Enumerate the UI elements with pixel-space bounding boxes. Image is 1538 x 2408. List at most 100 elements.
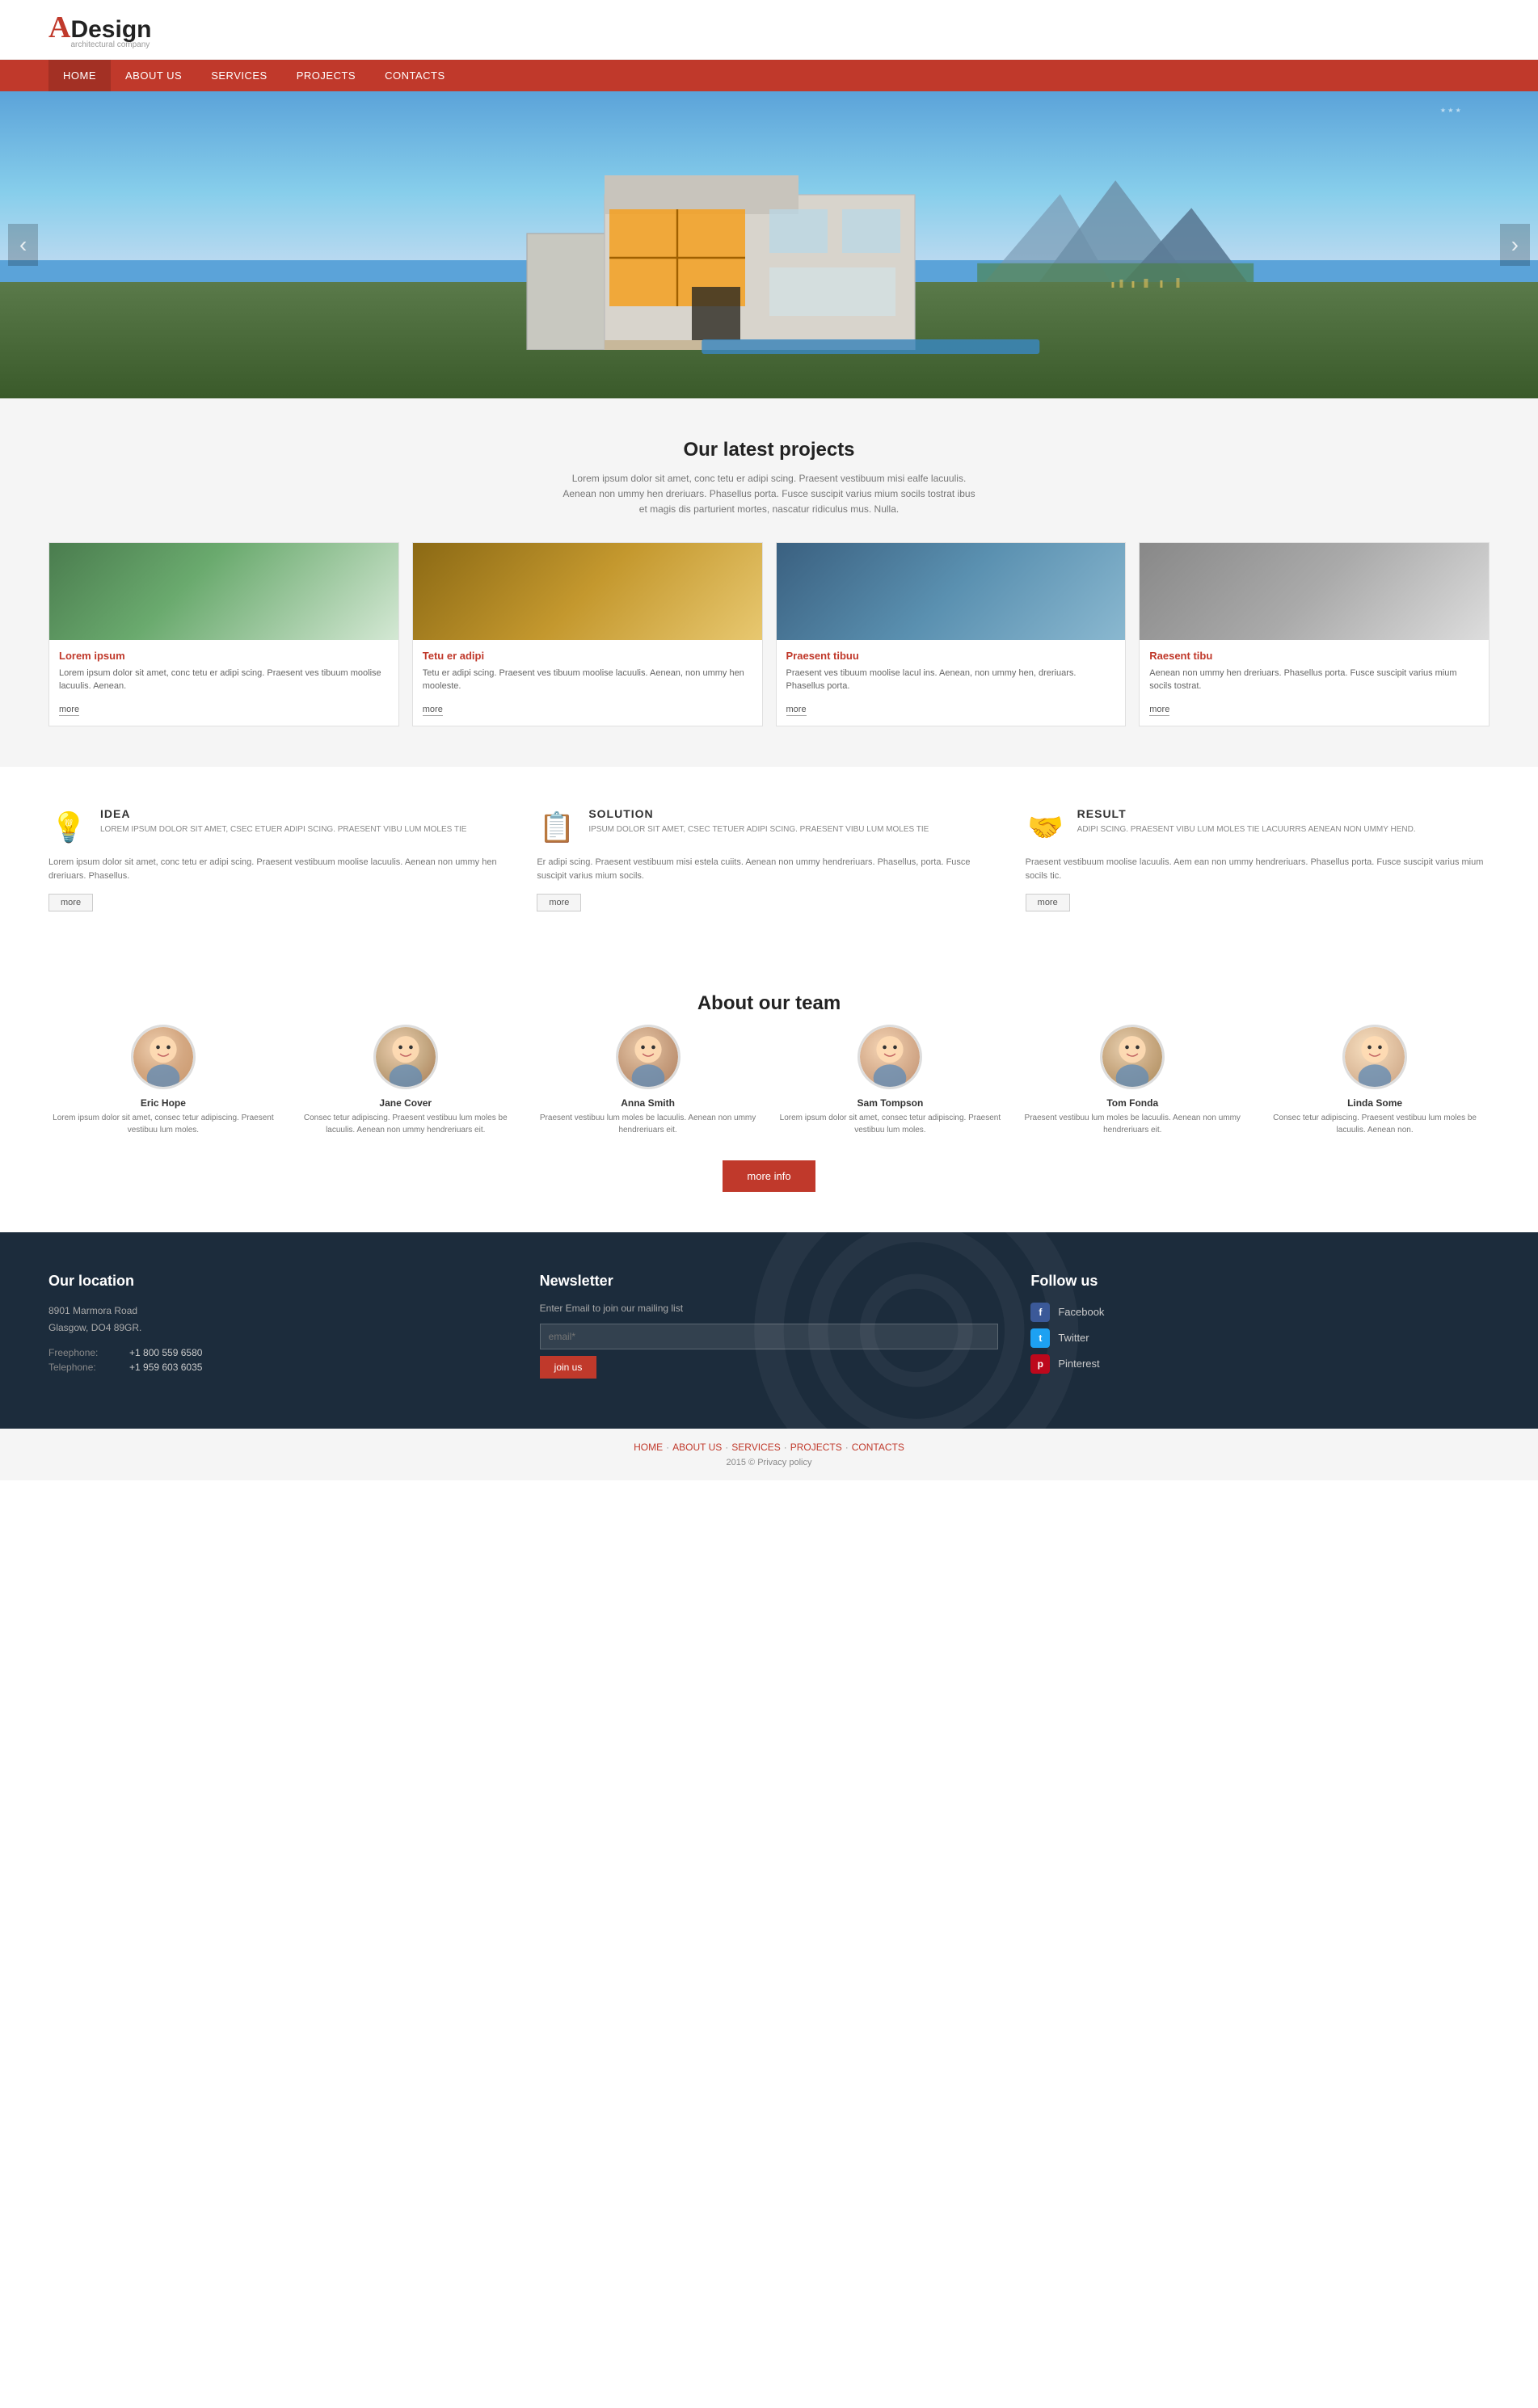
nav-item-about-us[interactable]: ABOUT US [111,60,196,91]
footer-newsletter-text: Enter Email to join our mailing list [540,1303,999,1314]
project-desc: Lorem ipsum dolor sit amet, conc tetu er… [59,667,389,693]
footer-nav-item[interactable]: ABOUT US [672,1442,722,1453]
team-avatar [1342,1025,1407,1089]
social-icon-pinterest: p [1030,1354,1050,1374]
logo-tagline: architectural company [70,40,151,49]
avatar-image [618,1027,678,1087]
team-member-name: Eric Hope [48,1097,278,1109]
newsletter-email-input[interactable] [540,1324,999,1349]
footer-bottom: HOME · ABOUT US · SERVICES · PROJECTS · … [0,1429,1538,1480]
feature-more-link[interactable]: more [537,894,581,911]
footer-location-title: Our location [48,1273,508,1290]
social-label: Twitter [1058,1332,1089,1344]
project-more-link[interactable]: more [786,705,807,716]
project-more-link[interactable]: more [59,705,79,716]
footer-nav-item[interactable]: SERVICES [731,1442,780,1453]
nav-item-services[interactable]: SERVICES [196,60,282,91]
project-card: Tetu er adipi Tetu er adipi scing. Praes… [412,542,763,726]
social-item[interactable]: p Pinterest [1030,1354,1490,1374]
team-grid: Eric Hope Lorem ipsum dolor sit amet, co… [48,1025,1490,1136]
feature-desc: Lorem ipsum dolor sit amet, conc tetu er… [48,856,512,884]
latest-projects-section: Our latest projects Lorem ipsum dolor si… [0,398,1538,767]
footer-follow-title: Follow us [1030,1273,1490,1290]
team-section: About our team Eric Hope Lorem ipsum dol… [0,952,1538,1232]
social-item[interactable]: t Twitter [1030,1328,1490,1348]
footer-newsletter: Newsletter Enter Email to join our maili… [540,1273,999,1380]
social-item[interactable]: f Facebook [1030,1303,1490,1322]
nav-item-contacts[interactable]: CONTACTS [370,60,460,91]
footer-nav-item[interactable]: HOME [634,1442,663,1453]
feature-icon: 💡 [48,807,89,848]
more-info-button[interactable]: more info [723,1160,815,1192]
nav-separator: · [845,1442,849,1453]
footer-location: Our location 8901 Marmora Road Glasgow, … [48,1273,508,1380]
hero-next-button[interactable]: › [1500,224,1530,266]
logo-name: Design [70,16,151,43]
avatar-image [1345,1027,1405,1087]
footer-telephone: +1 959 603 6035 [129,1362,202,1373]
project-more-link[interactable]: more [423,705,443,716]
feature-subtitle: LOREM IPSUM DOLOR SIT AMET, CSEC ETUER A… [100,823,466,836]
project-title: Lorem ipsum [59,650,389,662]
project-desc: Tetu er adipi scing. Praesent ves tibuum… [423,667,752,693]
newsletter-join-button[interactable]: join us [540,1356,597,1379]
project-card: Raesent tibu Aenean non ummy hen dreriua… [1139,542,1490,726]
nav-separator: · [666,1442,669,1453]
team-member-name: Linda Some [1260,1097,1490,1109]
footer-bottom-nav: HOME · ABOUT US · SERVICES · PROJECTS · … [634,1442,904,1453]
nav-separator: · [784,1442,787,1453]
avatar-image [376,1027,436,1087]
footer: Our location 8901 Marmora Road Glasgow, … [0,1232,1538,1480]
team-member-name: Anna Smith [533,1097,763,1109]
feature-more-link[interactable]: more [1026,894,1070,911]
team-member: Jane Cover Consec tetur adipiscing. Prae… [291,1025,520,1136]
feature-desc: Praesent vestibuum moolise lacuulis. Aem… [1026,856,1490,884]
hero-section: ★ ★ ★ ‹ › [0,91,1538,398]
footer-telephone-row: Telephone: +1 959 603 6035 [48,1362,508,1373]
features-section: 💡 IDEA LOREM IPSUM DOLOR SIT AMET, CSEC … [0,767,1538,952]
project-desc: Praesent ves tibuum moolise lacul ins. A… [786,667,1116,693]
team-member-desc: Praesent vestibuu lum moles be lacuulis.… [533,1112,763,1136]
logo[interactable]: A Design architectural company [48,10,151,49]
project-desc: Aenean non ummy hen dreriuars. Phasellus… [1149,667,1479,693]
team-title: About our team [48,992,1490,1015]
hero-prev-button[interactable]: ‹ [8,224,38,266]
footer-telephone-label: Telephone: [48,1362,113,1373]
team-member: Tom Fonda Praesent vestibuu lum moles be… [1018,1025,1247,1136]
team-avatar [131,1025,196,1089]
footer-nav-item[interactable]: CONTACTS [852,1442,904,1453]
footer-nav-item[interactable]: PROJECTS [790,1442,842,1453]
footer-address1: 8901 Marmora Road [48,1303,508,1320]
project-card: Praesent tibuu Praesent ves tibuum mooli… [776,542,1127,726]
social-icon-facebook: f [1030,1303,1050,1322]
project-more-link[interactable]: more [1149,705,1169,716]
footer-freephone-label: Freephone: [48,1347,113,1358]
project-image [49,543,398,640]
hero-pool [702,339,1040,354]
team-member: Anna Smith Praesent vestibuu lum moles b… [533,1025,763,1136]
footer-follow: Follow us f Facebook t Twitter p Pintere… [1030,1273,1490,1380]
feature-icon: 📋 [537,807,577,848]
nav-item-projects[interactable]: PROJECTS [282,60,370,91]
team-member-desc: Praesent vestibuu lum moles be lacuulis.… [1018,1112,1247,1136]
feature-icon: 🤝 [1026,807,1066,848]
team-member-desc: Lorem ipsum dolor sit amet, consec tetur… [48,1112,278,1136]
feature-title: RESULT [1077,807,1416,820]
hero-city [954,276,1415,288]
header: A Design architectural company HOMEABOUT… [0,0,1538,91]
hero-stars: ★ ★ ★ [1440,107,1461,114]
projects-grid: Lorem ipsum Lorem ipsum dolor sit amet, … [48,542,1490,726]
team-member-name: Sam Tompson [776,1097,1005,1109]
footer-newsletter-title: Newsletter [540,1273,999,1290]
team-avatar [857,1025,922,1089]
project-title: Tetu er adipi [423,650,752,662]
project-title: Raesent tibu [1149,650,1479,662]
feature-item: 📋 SOLUTION IPSUM DOLOR SIT AMET, CSEC TE… [537,807,1001,911]
nav-item-home[interactable]: HOME [48,60,111,91]
project-card: Lorem ipsum Lorem ipsum dolor sit amet, … [48,542,399,726]
feature-more-link[interactable]: more [48,894,93,911]
team-member: Linda Some Consec tetur adipiscing. Prae… [1260,1025,1490,1136]
team-cta: more info [48,1160,1490,1192]
main-nav: HOMEABOUT USSERVICESPROJECTSCONTACTS [0,60,1538,91]
feature-desc: Er adipi scing. Praesent vestibuum misi … [537,856,1001,884]
